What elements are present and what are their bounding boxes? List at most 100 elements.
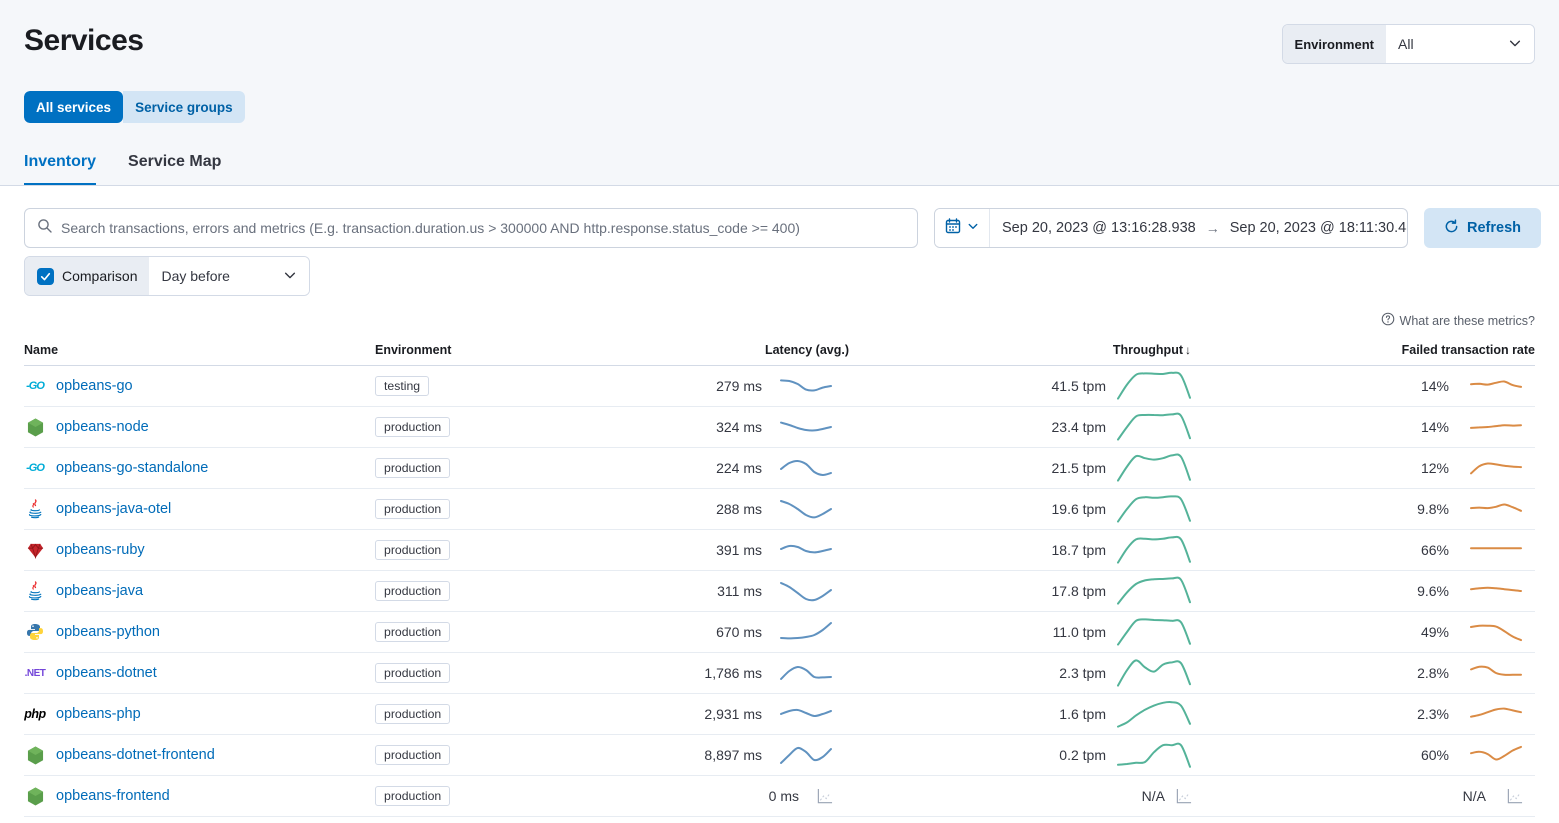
- table-header: Name Environment Latency (avg.) Throughp…: [24, 337, 1535, 366]
- environment-select[interactable]: All: [1386, 25, 1534, 63]
- table-row: opbeans-dotnet-frontend production 8,897…: [24, 735, 1535, 776]
- failed-rate-sparkline: [1469, 703, 1523, 725]
- refresh-button[interactable]: Refresh: [1424, 208, 1541, 248]
- tab-bar: Inventory Service Map: [24, 153, 1535, 185]
- throughput-value: 19.6 tpm: [1052, 501, 1106, 517]
- service-icon: [24, 499, 46, 519]
- failed-rate-value: N/A: [1463, 788, 1486, 804]
- comparison-select-value: Day before: [161, 268, 229, 284]
- service-icon: -GO: [24, 462, 46, 474]
- service-link[interactable]: opbeans-php: [56, 706, 141, 722]
- latency-value: 0 ms: [769, 788, 799, 804]
- service-link[interactable]: opbeans-java: [56, 583, 143, 599]
- failed-rate-sparkline: [1469, 621, 1523, 643]
- latency-sparkline: [779, 661, 833, 685]
- environment-badge: production: [375, 581, 450, 601]
- service-view-toggle: All services Service groups: [24, 91, 245, 123]
- service-link[interactable]: opbeans-node: [56, 419, 149, 435]
- start-date[interactable]: Sep 20, 2023 @ 13:16:28.938: [1002, 220, 1196, 236]
- column-header-latency[interactable]: Latency (avg.): [631, 343, 863, 357]
- throughput-value: 18.7 tpm: [1052, 542, 1106, 558]
- all-services-button[interactable]: All services: [24, 91, 123, 123]
- service-icon: .NET: [24, 668, 46, 679]
- latency-value: 1,786 ms: [704, 665, 762, 681]
- latency-sparkline: [779, 497, 833, 521]
- failed-rate-sparkline: [1469, 375, 1523, 397]
- column-header-throughput[interactable]: Throughput↓: [863, 343, 1219, 357]
- environment-badge: production: [375, 622, 450, 642]
- table-body: -GO opbeans-go testing 279 ms 41.5 tpm 1…: [24, 366, 1535, 817]
- service-link[interactable]: opbeans-ruby: [56, 542, 145, 558]
- latency-value: 391 ms: [716, 542, 762, 558]
- failed-rate-sparkline: [1469, 457, 1523, 479]
- refresh-icon: [1444, 219, 1459, 238]
- service-link[interactable]: opbeans-python: [56, 624, 160, 640]
- table-row: .NET opbeans-dotnet production 1,786 ms …: [24, 653, 1535, 694]
- calendar-icon: [945, 218, 961, 239]
- service-icon: [24, 623, 46, 641]
- failed-rate-sparkline: [1469, 662, 1523, 684]
- table-row: -GO opbeans-go testing 279 ms 41.5 tpm 1…: [24, 366, 1535, 407]
- service-link[interactable]: opbeans-dotnet-frontend: [56, 747, 215, 763]
- tab-inventory[interactable]: Inventory: [24, 153, 96, 185]
- latency-value: 288 ms: [716, 501, 762, 517]
- table-row: opbeans-java-otel production 288 ms 19.6…: [24, 489, 1535, 530]
- service-link[interactable]: opbeans-go: [56, 378, 133, 394]
- failed-rate-value: 2.3%: [1417, 706, 1449, 722]
- comparison-control: Comparison Day before: [24, 256, 310, 296]
- environment-badge: production: [375, 540, 450, 560]
- page-title: Services: [24, 24, 143, 58]
- end-date[interactable]: Sep 20, 2023 @ 18:11:30.483: [1230, 220, 1408, 236]
- environment-badge: production: [375, 417, 450, 437]
- comparison-checkbox[interactable]: [37, 268, 54, 285]
- service-link[interactable]: opbeans-java-otel: [56, 501, 171, 517]
- latency-sparkline: [779, 743, 833, 767]
- environment-badge: production: [375, 704, 450, 724]
- throughput-sparkline: [1116, 698, 1192, 730]
- throughput-value: 0.2 tpm: [1059, 747, 1106, 763]
- service-link[interactable]: opbeans-dotnet: [56, 665, 157, 681]
- sort-down-icon: ↓: [1185, 343, 1191, 357]
- throughput-sparkline: [1116, 411, 1192, 443]
- table-row: php opbeans-php production 2,931 ms 1.6 …: [24, 694, 1535, 735]
- throughput-sparkline: [1116, 739, 1192, 771]
- failed-rate-value: 12%: [1421, 460, 1449, 476]
- search-input[interactable]: [61, 220, 905, 236]
- failed-rate-value: 2.8%: [1417, 665, 1449, 681]
- tab-service-map[interactable]: Service Map: [128, 153, 221, 185]
- throughput-sparkline: [1116, 452, 1192, 484]
- throughput-value: 1.6 tpm: [1059, 706, 1106, 722]
- throughput-value: 2.3 tpm: [1059, 665, 1106, 681]
- throughput-value: 21.5 tpm: [1052, 460, 1106, 476]
- failed-rate-value: 66%: [1421, 542, 1449, 558]
- latency-sparkline: [779, 702, 833, 726]
- failed-rate-sparkline: [1506, 788, 1523, 805]
- throughput-value: 41.5 tpm: [1052, 378, 1106, 394]
- column-header-environment[interactable]: Environment: [375, 343, 631, 357]
- comparison-label: Comparison: [62, 268, 137, 284]
- column-header-name[interactable]: Name: [24, 343, 375, 357]
- service-groups-button[interactable]: Service groups: [123, 91, 245, 123]
- chevron-down-icon: [283, 268, 297, 285]
- latency-value: 279 ms: [716, 378, 762, 394]
- failed-rate-value: 14%: [1421, 419, 1449, 435]
- latency-sparkline: [816, 788, 833, 805]
- question-circle-icon: [1381, 312, 1395, 329]
- environment-badge: production: [375, 663, 450, 683]
- quick-select-menu[interactable]: [935, 209, 990, 247]
- service-icon: [24, 581, 46, 601]
- throughput-value: N/A: [1142, 788, 1165, 804]
- latency-sparkline: [779, 538, 833, 562]
- service-link[interactable]: opbeans-go-standalone: [56, 460, 208, 476]
- service-link[interactable]: opbeans-frontend: [56, 788, 170, 804]
- metrics-help-link[interactable]: What are these metrics?: [24, 312, 1535, 329]
- table-row: -GO opbeans-go-standalone production 224…: [24, 448, 1535, 489]
- table-row: opbeans-python production 670 ms 11.0 tp…: [24, 612, 1535, 653]
- latency-sparkline: [779, 374, 833, 398]
- latency-sparkline: [779, 579, 833, 603]
- table-row: opbeans-java production 311 ms 17.8 tpm …: [24, 571, 1535, 612]
- comparison-select[interactable]: Day before: [149, 257, 309, 295]
- column-header-failed-rate[interactable]: Failed transaction rate: [1219, 343, 1535, 357]
- failed-rate-sparkline: [1469, 416, 1523, 438]
- chevron-down-icon: [967, 219, 979, 237]
